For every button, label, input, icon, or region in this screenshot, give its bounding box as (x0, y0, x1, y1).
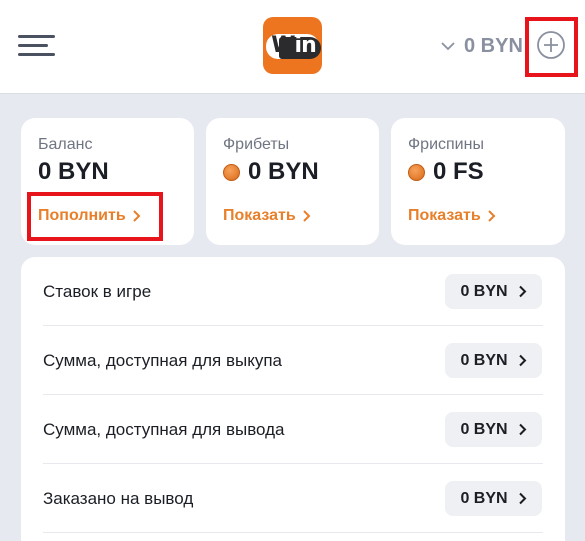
chevron-right-icon (302, 210, 311, 222)
logo-text-w: W (271, 33, 295, 58)
brand-logo[interactable]: Win (263, 17, 322, 74)
row-label: Сумма, доступная для выкупа (43, 351, 282, 370)
list-item: Ставок в игре 0 BYN (21, 257, 565, 326)
top-up-link[interactable]: Пополнить (38, 207, 142, 225)
row-label: Ставок в игре (43, 282, 152, 301)
chevron-right-icon (132, 210, 141, 222)
header-balance-dropdown[interactable]: 0 BYN (440, 33, 523, 59)
chevron-down-icon (441, 42, 455, 51)
row-label: Сумма, доступная для вывода (43, 420, 285, 439)
balance-card: Баланс 0 BYN Пополнить (21, 118, 194, 245)
row-label: Заказано на вывод (43, 489, 194, 508)
row-value-button[interactable]: 0 BYN (445, 274, 542, 309)
card-label: Фриспины (408, 136, 484, 153)
top-bar: Win 0 BYN (0, 0, 585, 94)
chevron-right-icon (518, 492, 526, 505)
chevron-right-icon (487, 210, 496, 222)
row-value-button[interactable]: 0 BYN (445, 343, 542, 378)
chevron-right-icon (518, 423, 526, 436)
freebets-card: Фрибеты 0 BYN Показать (206, 118, 379, 245)
card-value: 0 FS (408, 158, 484, 186)
show-freebets-link[interactable]: Показать (223, 207, 312, 225)
row-value-button[interactable]: 0 BYN (445, 412, 542, 447)
card-label: Баланс (38, 136, 93, 153)
card-value: 0 BYN (223, 158, 319, 186)
header-balance-value: 0 BYN (464, 34, 523, 57)
chevron-right-icon (518, 354, 526, 367)
coin-icon (223, 163, 240, 181)
hamburger-icon[interactable] (18, 35, 55, 57)
plus-circle-icon[interactable] (536, 30, 566, 60)
logo-text-in: in (294, 33, 317, 58)
list-item: Заказано на вывод 0 BYN (21, 464, 565, 533)
list-item: Сумма, доступная для выкупа 0 BYN (21, 326, 565, 395)
freespins-card: Фриспины 0 FS Показать (391, 118, 565, 245)
card-value: 0 BYN (38, 158, 109, 185)
divider (43, 532, 543, 533)
card-label: Фрибеты (223, 136, 290, 153)
coin-icon (408, 163, 425, 181)
balance-details-list: Ставок в игре 0 BYN Сумма, доступная для… (21, 257, 565, 541)
show-freespins-link[interactable]: Показать (408, 207, 497, 225)
chevron-right-icon (518, 285, 526, 298)
row-value-button[interactable]: 0 BYN (445, 481, 542, 516)
list-item: Сумма, доступная для вывода 0 BYN (21, 395, 565, 464)
